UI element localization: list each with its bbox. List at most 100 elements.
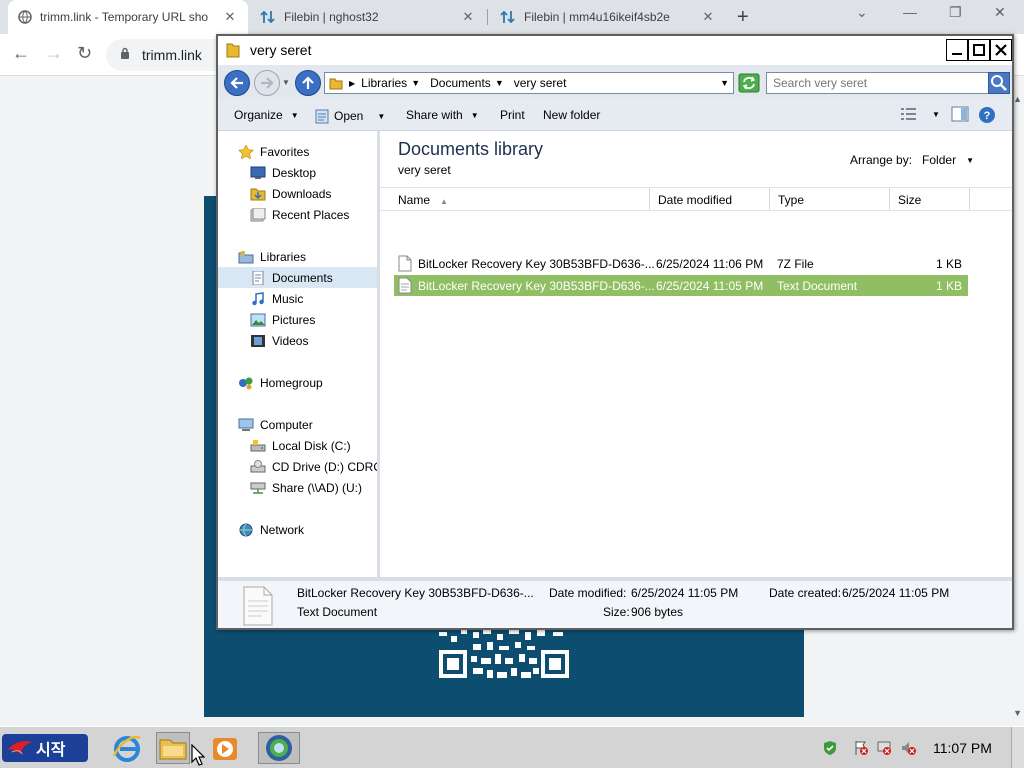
nav-homegroup[interactable]: Homegroup <box>218 372 377 393</box>
breadcrumb-very-seret[interactable]: very seret <box>514 76 567 90</box>
close-button[interactable] <box>990 39 1012 61</box>
help-button[interactable]: ? <box>978 106 996 124</box>
column-size[interactable]: Size <box>890 188 970 210</box>
open-button[interactable]: Open ▼ <box>314 108 385 124</box>
nav-label: Desktop <box>272 165 317 180</box>
network-drive-icon <box>250 482 266 494</box>
preview-pane-button[interactable] <box>951 106 969 122</box>
back-button[interactable] <box>224 70 250 96</box>
action-center-flag-icon[interactable] <box>853 740 869 756</box>
network-status-icon[interactable] <box>876 740 892 756</box>
details-size-label: Size: <box>603 605 630 619</box>
nav-share-drive[interactable]: Share (\\AD) (U:) <box>218 477 377 498</box>
nav-recent-places[interactable]: Recent Places <box>218 204 377 225</box>
nav-network[interactable]: Network <box>218 519 377 540</box>
column-date-modified[interactable]: Date modified <box>650 188 770 210</box>
nav-videos[interactable]: Videos <box>218 330 377 351</box>
notepad-icon <box>315 109 329 124</box>
network-icon <box>239 523 253 536</box>
nav-music[interactable]: Music <box>218 288 377 309</box>
breadcrumb-libraries[interactable]: Libraries ▼ <box>361 76 424 90</box>
chevron-down-icon[interactable]: ⌄ <box>856 4 868 21</box>
new-tab-button[interactable]: + <box>737 6 749 29</box>
window-title: very seret <box>250 42 312 58</box>
forward-button[interactable] <box>254 70 280 96</box>
system-clock[interactable]: 11:07 PM <box>933 740 992 756</box>
nav-favorites[interactable]: Favorites <box>218 141 377 162</box>
maximize-button[interactable] <box>968 39 990 61</box>
scroll-up-icon[interactable]: ▲ <box>1013 94 1022 104</box>
refresh-icon[interactable] <box>738 73 760 93</box>
tab-title: Filebin | mm4u16ikeif4sb2e <box>524 10 670 24</box>
column-name[interactable]: Name ▲ <box>390 188 650 210</box>
chevron-down-icon[interactable]: ▼ <box>966 156 974 165</box>
music-icon <box>252 291 264 305</box>
new-folder-label: New folder <box>543 108 601 122</box>
media-player-icon[interactable] <box>208 732 242 764</box>
organize-button[interactable]: Organize ▼ <box>234 108 299 122</box>
svg-text:?: ? <box>984 110 991 122</box>
reload-icon[interactable]: ↻ <box>77 43 92 64</box>
nav-label: CD Drive (D:) CDROM <box>272 459 377 474</box>
start-label: 시작 <box>36 742 66 759</box>
up-button[interactable] <box>295 70 321 96</box>
nav-pictures[interactable]: Pictures <box>218 309 377 330</box>
explorer-address-row: ▼ ▶ Libraries ▼ Documents ▼ very seret ▼ <box>218 65 1012 99</box>
breadcrumb-arrow-icon[interactable]: ▼ <box>495 78 504 88</box>
minimize-icon[interactable]: — <box>903 4 917 20</box>
qr-code-image <box>437 628 571 682</box>
back-icon[interactable]: ← <box>12 43 30 64</box>
column-type[interactable]: Type <box>770 188 890 210</box>
close-icon[interactable]: ✕ <box>700 9 716 25</box>
nav-libraries[interactable]: Libraries <box>218 246 377 267</box>
nav-label: Favorites <box>260 144 310 159</box>
new-folder-button[interactable]: New folder <box>543 108 600 122</box>
close-icon[interactable]: ✕ <box>994 4 1006 21</box>
scroll-down-icon[interactable]: ▼ <box>1013 708 1022 718</box>
volume-muted-icon[interactable] <box>900 740 916 756</box>
search-input[interactable] <box>766 72 990 94</box>
tab-filebin-mm4u[interactable]: Filebin | mm4u16ikeif4sb2e ✕ <box>490 0 726 34</box>
tab-trimm-link[interactable]: trimm.link - Temporary URL sho ✕ <box>8 0 248 34</box>
globe-icon <box>18 10 32 24</box>
internet-explorer-icon[interactable] <box>110 732 144 764</box>
nav-documents[interactable]: Documents <box>218 267 377 288</box>
close-icon[interactable]: ✕ <box>460 9 476 25</box>
restore-icon[interactable]: ❐ <box>949 4 962 21</box>
minimize-button[interactable] <box>946 39 968 61</box>
print-button[interactable]: Print <box>500 108 525 122</box>
breadcrumb-arrow-icon[interactable]: ▼ <box>411 78 420 88</box>
nav-downloads[interactable]: Downloads <box>218 183 377 204</box>
file-type: 7Z File <box>777 257 814 271</box>
search-button[interactable] <box>988 72 1010 94</box>
history-dropdown-icon[interactable]: ▼ <box>282 78 290 87</box>
taskbar-chrome[interactable] <box>258 732 300 764</box>
column-label: Type <box>778 193 805 207</box>
nav-local-disk[interactable]: Local Disk (C:) <box>218 435 377 456</box>
tab-filebin-nghost32[interactable]: Filebin | nghost32 ✕ <box>250 0 486 34</box>
forward-icon[interactable]: → <box>45 43 63 64</box>
breadcrumb-documents[interactable]: Documents ▼ <box>430 76 508 90</box>
nav-desktop[interactable]: Desktop <box>218 162 377 183</box>
close-icon[interactable]: ✕ <box>222 9 238 25</box>
taskbar-explorer[interactable] <box>156 732 190 764</box>
file-row[interactable]: BitLocker Recovery Key 30B53BFD-D636-...… <box>394 253 968 274</box>
explorer-address-bar[interactable]: ▶ Libraries ▼ Documents ▼ very seret ▼ <box>324 72 734 94</box>
file-name: BitLocker Recovery Key 30B53BFD-D636-... <box>418 279 655 293</box>
arrange-by: Arrange by: Folder ▼ <box>850 153 974 167</box>
address-dropdown-icon[interactable]: ▼ <box>720 78 729 88</box>
nav-cd-drive[interactable]: CD Drive (D:) CDROM <box>218 456 377 477</box>
view-options-button[interactable]: ▼ <box>900 106 940 122</box>
security-shield-icon[interactable] <box>822 740 838 756</box>
details-file-name: BitLocker Recovery Key 30B53BFD-D636-... <box>297 586 534 600</box>
arrange-by-value[interactable]: Folder <box>922 153 956 167</box>
file-row-selected[interactable]: BitLocker Recovery Key 30B53BFD-D636-...… <box>394 275 968 296</box>
explorer-title-bar[interactable]: very seret <box>218 36 1012 65</box>
show-desktop-button[interactable] <box>1011 727 1024 768</box>
breadcrumb-arrow-icon[interactable]: ▶ <box>349 79 355 88</box>
nav-computer[interactable]: Computer <box>218 414 377 435</box>
nav-label: Recent Places <box>272 207 350 222</box>
start-button[interactable]: 시작 <box>2 734 88 762</box>
share-with-button[interactable]: Share with ▼ <box>406 108 479 122</box>
address-url: trimm.link <box>142 47 202 63</box>
